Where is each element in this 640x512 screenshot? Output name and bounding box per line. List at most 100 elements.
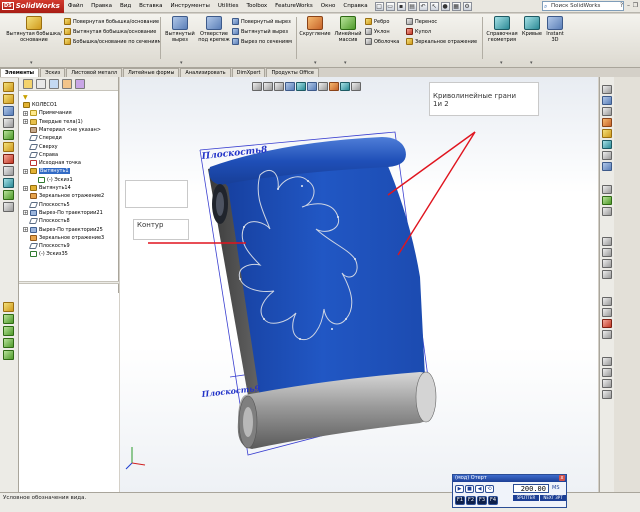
timer-mode-next[interactable]: NEXT 3PT xyxy=(540,495,566,501)
help-icon[interactable]: ? xyxy=(618,1,625,11)
curves-tool-icon[interactable] xyxy=(602,185,612,194)
stop-icon[interactable]: ■ xyxy=(465,485,474,493)
curves-button[interactable]: Кривые xyxy=(520,16,544,37)
graphics-area[interactable]: Плоскость8 Плоскость9 Контур Криволинейн… xyxy=(120,77,598,492)
grid-tool-icon[interactable] xyxy=(602,248,612,257)
shell-button[interactable]: Оболочка xyxy=(365,38,399,45)
fillet-button[interactable]: Скругление xyxy=(297,16,333,37)
spline-tool-icon[interactable] xyxy=(602,196,612,205)
hole-wizard-button[interactable]: Отверстие под крепеж xyxy=(198,16,230,43)
extruded-boss-button[interactable]: Вытянутая бобышка/основание xyxy=(6,16,62,43)
view-settings-icon[interactable] xyxy=(351,82,361,91)
tree-item[interactable]: Зеркальное отражение2 xyxy=(23,192,104,200)
tree-root[interactable]: КОЛЕСО1 xyxy=(23,101,57,109)
f2-button[interactable]: F2 xyxy=(466,496,476,505)
reference-geometry-button[interactable]: Справочная геометрия xyxy=(484,16,520,43)
save-icon[interactable]: ▪ xyxy=(396,1,406,11)
zoom-area-icon[interactable] xyxy=(263,82,273,91)
lofted-boss-button[interactable]: Бобышка/основание по сечениям xyxy=(64,38,161,45)
expand-toggle-icon[interactable]: + xyxy=(23,227,28,232)
timer-mode-splitter[interactable]: SPLITTER xyxy=(513,495,539,501)
curve-tool-icon[interactable] xyxy=(3,190,14,200)
print-icon[interactable]: ▤ xyxy=(407,1,417,11)
menu-edit[interactable]: Правка xyxy=(87,3,116,9)
hide-show-items-icon[interactable] xyxy=(318,82,328,91)
restore-icon[interactable]: ❐ xyxy=(632,1,639,11)
tree-item[interactable]: Плоскость9 xyxy=(23,242,70,250)
mirror-button[interactable]: Зеркальное отражение xyxy=(406,38,477,45)
model-viewport[interactable]: Плоскость8 Плоскость9 xyxy=(120,77,598,492)
dome-button[interactable]: Купол xyxy=(406,28,431,35)
tab-sketch[interactable]: Эскиз xyxy=(40,68,66,77)
plane-tool-icon[interactable] xyxy=(3,178,14,188)
dimxpert-tab-icon[interactable] xyxy=(62,78,72,89)
menu-view[interactable]: Вид xyxy=(116,3,135,9)
shell-tool-icon[interactable] xyxy=(3,166,14,176)
wrap-button[interactable]: Перенос xyxy=(406,18,437,25)
chevron-down-icon[interactable]: ▾ xyxy=(180,60,183,66)
pan-icon[interactable] xyxy=(602,107,612,116)
knit-tool-icon[interactable] xyxy=(602,308,612,317)
tree-item[interactable]: Плоскость5 xyxy=(23,201,70,209)
mass-properties-icon[interactable] xyxy=(602,379,612,388)
expand-toggle-icon[interactable]: + xyxy=(23,119,28,125)
tree-item[interactable]: + Примечания xyxy=(23,109,72,117)
section-view-icon[interactable] xyxy=(285,82,295,91)
sweep-tool-icon[interactable] xyxy=(3,118,14,128)
view-icon[interactable] xyxy=(602,85,612,94)
chevron-down-icon[interactable]: ▾ xyxy=(500,60,503,66)
sketch-circle-icon[interactable] xyxy=(3,350,14,360)
feature-tree-tab-icon[interactable] xyxy=(23,78,33,89)
menu-insert[interactable]: Вставка xyxy=(135,3,166,9)
rebuild-icon[interactable]: ● xyxy=(440,1,450,11)
tree-item[interactable]: + Вырез-По траектории21 xyxy=(23,209,103,217)
revolved-boss-button[interactable]: Повернутая бобышка/основание xyxy=(64,18,159,25)
tree-item[interactable]: Материал <не указан> xyxy=(23,126,101,134)
sketch-line-icon[interactable] xyxy=(3,302,14,312)
sketch-point-icon[interactable] xyxy=(3,326,14,336)
split-tool-icon[interactable] xyxy=(3,202,14,212)
file-properties-icon[interactable]: ▦ xyxy=(451,1,461,11)
zoom-to-fit-icon[interactable] xyxy=(252,82,262,91)
surface-tool-icon[interactable] xyxy=(602,297,612,306)
app-logo[interactable]: DS SolidWorks xyxy=(0,0,64,13)
sketch-arc-icon[interactable] xyxy=(3,338,14,348)
filter-icon[interactable]: ▼ xyxy=(23,94,28,101)
linear-pattern-button[interactable]: Линейный массив xyxy=(333,16,363,43)
instant3d-button[interactable]: Instant 3D xyxy=(544,16,566,43)
tab-mold-tools[interactable]: Литейные формы xyxy=(123,68,180,77)
tree-item[interactable]: Плоскость8 xyxy=(23,217,70,225)
tree-item[interactable]: Справа xyxy=(23,151,58,159)
rewind-icon[interactable]: ◀ xyxy=(475,485,484,493)
pattern-tool-icon[interactable] xyxy=(3,130,14,140)
f1-button[interactable]: F1 xyxy=(455,496,465,505)
configuration-manager-tab-icon[interactable] xyxy=(49,78,59,89)
shaded-icon[interactable] xyxy=(602,151,612,160)
tab-features[interactable]: Элементы xyxy=(0,68,40,77)
helix-tool-icon[interactable] xyxy=(602,207,612,216)
chevron-down-icon[interactable]: ▾ xyxy=(314,60,317,66)
new-document-icon[interactable]: □ xyxy=(374,1,384,11)
expand-toggle-icon[interactable]: + xyxy=(23,185,28,191)
open-folder-icon[interactable]: ▭ xyxy=(385,1,395,11)
timer-title-bar[interactable]: (мод) Отерт x xyxy=(453,475,566,482)
select-arrow-icon[interactable]: ↖ xyxy=(429,1,439,11)
appearance-icon[interactable] xyxy=(602,129,612,138)
property-manager-tab-icon[interactable] xyxy=(36,78,46,89)
tree-item[interactable]: Спереди xyxy=(23,134,62,142)
chevron-down-icon[interactable]: ▾ xyxy=(530,60,533,66)
tree-item[interactable]: + Вытянуть1 xyxy=(23,167,70,175)
tab-sheet-metal[interactable]: Листовой металл xyxy=(66,68,123,77)
wireframe-icon[interactable] xyxy=(602,162,612,171)
reset-icon[interactable]: ⟲ xyxy=(485,485,494,493)
extend-tool-icon[interactable] xyxy=(602,330,612,339)
section-tool-icon[interactable] xyxy=(602,368,612,377)
tree-item[interactable]: + Твердые тела(1) xyxy=(23,118,83,126)
tree-item[interactable]: Исходная точка xyxy=(23,159,81,167)
menu-help[interactable]: Справка xyxy=(339,3,371,9)
menu-window[interactable]: Окно xyxy=(317,3,340,9)
tab-office-products[interactable]: Продукты Office xyxy=(266,68,319,77)
chevron-down-icon[interactable]: ▾ xyxy=(30,60,33,66)
search-input[interactable]: ⌕ Поиск SolidWorks xyxy=(542,1,624,11)
expand-toggle-icon[interactable]: + xyxy=(23,210,28,216)
